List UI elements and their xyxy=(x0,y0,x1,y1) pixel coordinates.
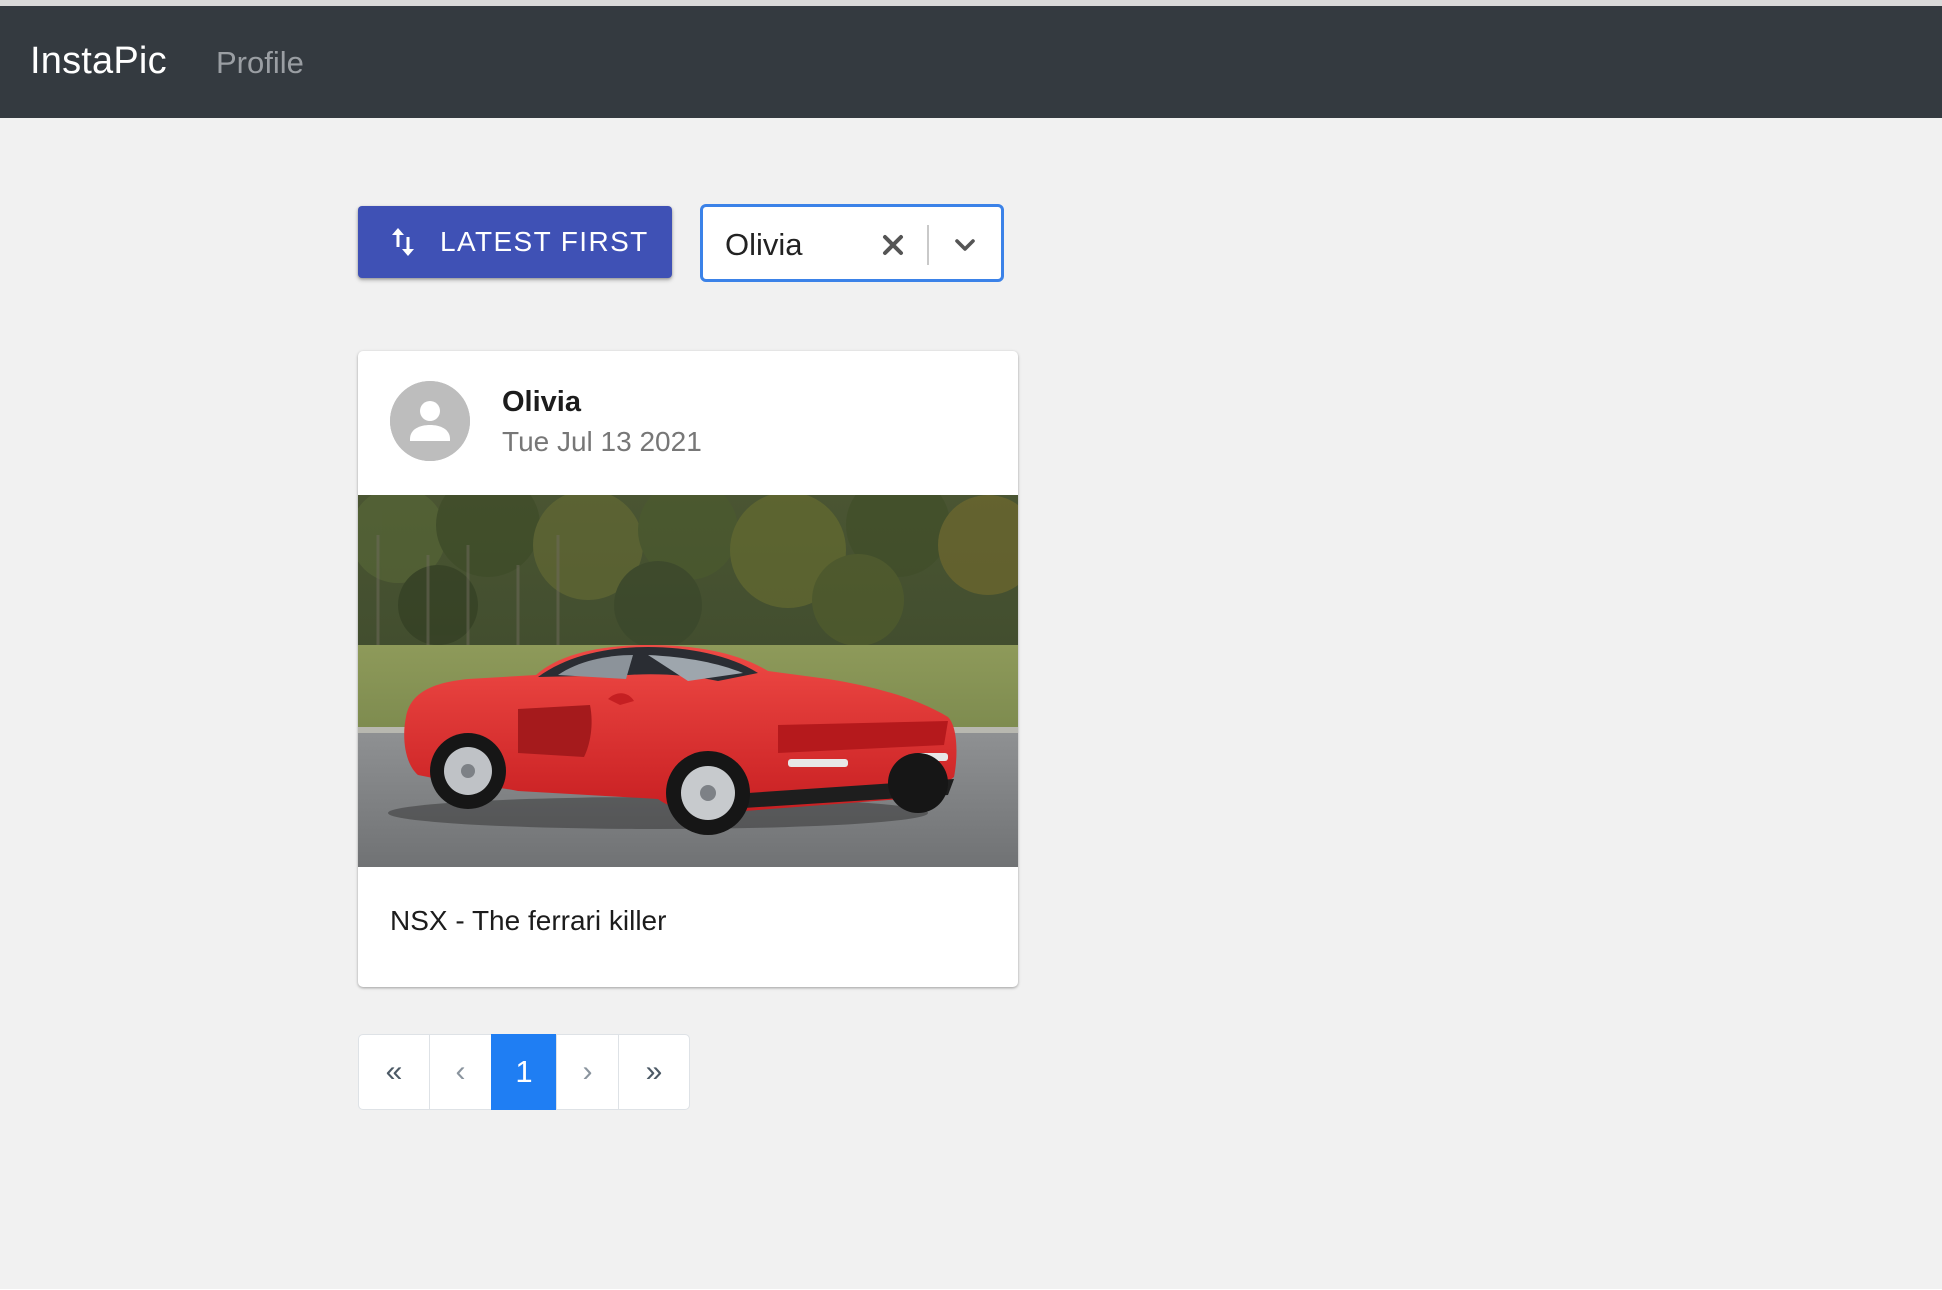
pagination-next-button[interactable]: › xyxy=(556,1034,619,1110)
post-author: Olivia xyxy=(502,386,581,418)
select-separator xyxy=(927,225,929,265)
person-icon xyxy=(390,381,470,461)
close-icon[interactable] xyxy=(875,227,911,263)
pagination-first-button[interactable]: « xyxy=(358,1034,430,1110)
post-card: Olivia Tue Jul 13 2021 NSX - The ferrari… xyxy=(358,351,1018,987)
pagination-prev-button[interactable]: ‹ xyxy=(429,1034,492,1110)
sort-order-button[interactable]: LATEST FIRST xyxy=(358,206,672,278)
swap-vertical-icon xyxy=(390,225,416,259)
pagination: « ‹ 1 › » xyxy=(358,1034,690,1110)
sort-order-label: LATEST FIRST xyxy=(440,226,649,257)
user-filter-select[interactable]: Olivia xyxy=(700,204,1004,282)
user-filter-value: Olivia xyxy=(725,227,803,262)
pagination-page-current[interactable]: 1 xyxy=(491,1034,557,1110)
pagination-last-button[interactable]: » xyxy=(618,1034,690,1110)
post-date: Tue Jul 13 2021 xyxy=(502,426,702,457)
post-image[interactable] xyxy=(358,495,1018,867)
browser-viewport: InstaPic Profile LATEST FIRST Olivia Oli… xyxy=(0,0,1942,1290)
avatar xyxy=(390,381,470,461)
nav-link-profile[interactable]: Profile xyxy=(216,44,304,82)
top-navbar: InstaPic Profile xyxy=(0,6,1942,118)
brand-link[interactable]: InstaPic xyxy=(30,39,167,83)
chevron-down-icon[interactable] xyxy=(947,227,983,263)
post-caption: NSX - The ferrari killer xyxy=(390,905,667,936)
